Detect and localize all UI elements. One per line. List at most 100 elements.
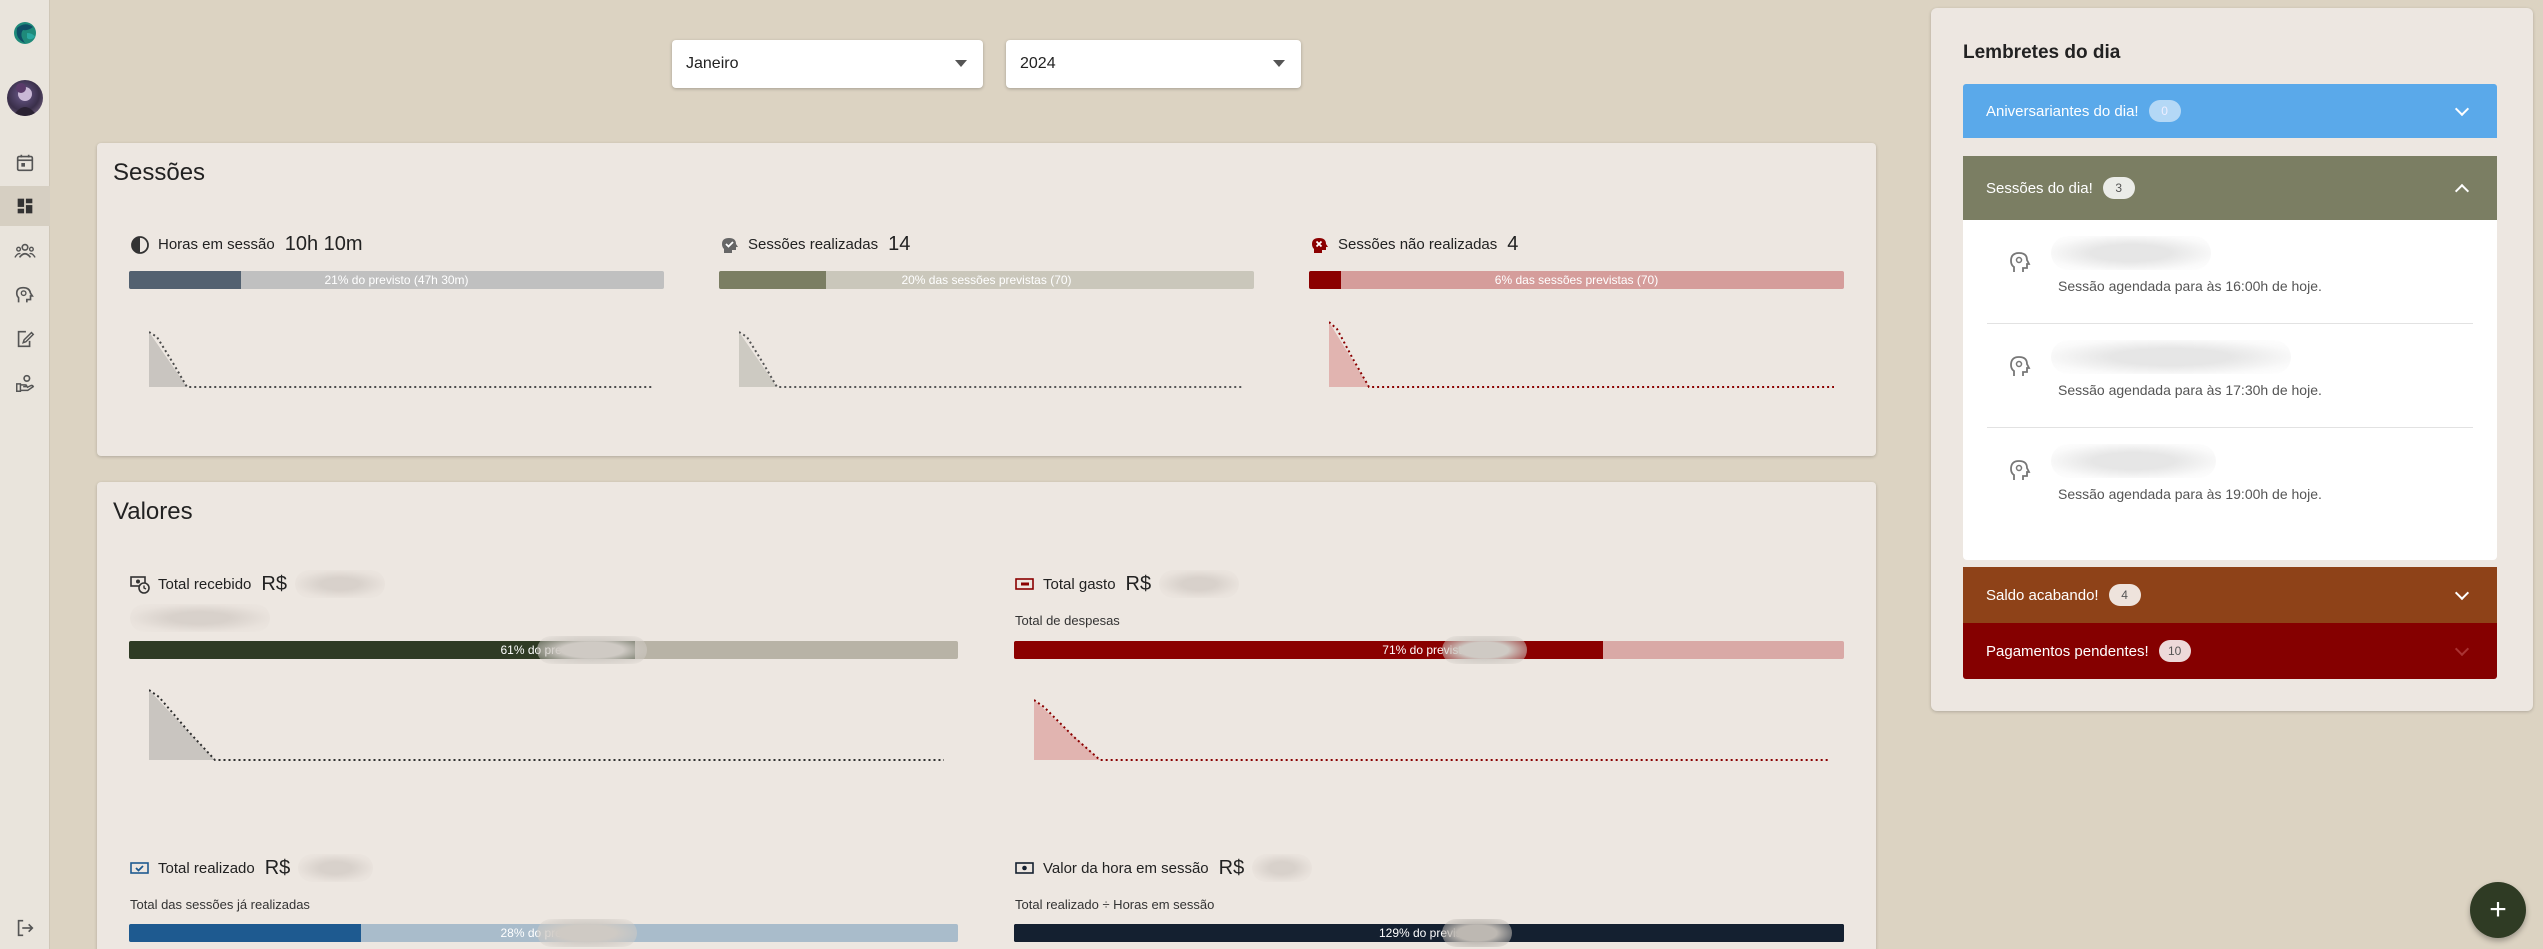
stat-spent-currency: R$ xyxy=(1125,572,1152,595)
plus-icon: + xyxy=(2489,893,2507,926)
chevron-down-icon xyxy=(2454,585,2470,601)
session-text: Sessão agendada para às 17:30h de hoje. xyxy=(2058,382,2322,398)
not-done-progress-bar: 6% das sessões previstas (70) xyxy=(1309,271,1844,289)
head-x-icon xyxy=(1312,237,1328,253)
reminders-panel: Lembretes do dia Aniversariantes do dia!… xyxy=(1931,8,2533,711)
realized-value-hidden xyxy=(298,854,374,882)
money-icon xyxy=(1015,862,1034,874)
money-check-icon xyxy=(130,862,149,874)
accordion-low-balance-label: Saldo acabando! xyxy=(1986,586,2099,604)
chevron-down-icon xyxy=(2454,101,2470,117)
birthdays-count-badge: 0 xyxy=(2148,100,2181,122)
hour-value-bar-hidden xyxy=(1442,919,1512,947)
sessions-list: Sessão agendada para às 16:00h de hoje. … xyxy=(1963,220,2497,560)
hours-progress-text: 21% do previsto (47h 30m) xyxy=(324,273,469,287)
month-select[interactable]: Janeiro xyxy=(672,40,983,88)
head-pin-icon xyxy=(2010,356,2031,376)
nav-patients[interactable] xyxy=(0,231,50,271)
realized-bar-hidden xyxy=(537,919,637,947)
hours-sparkline xyxy=(149,331,654,388)
money-out-icon xyxy=(1015,578,1034,590)
accordion-sessions-label: Sessões do dia! xyxy=(1986,179,2093,197)
stat-realized-label: Total realizado xyxy=(158,859,255,877)
year-select-value: 2024 xyxy=(1020,55,1056,72)
stat-hour-value-label: Valor da hora em sessão xyxy=(1043,859,1209,877)
accordion-pending-label: Pagamentos pendentes! xyxy=(1986,642,2149,660)
accordion-low-balance[interactable]: Saldo acabando! 4 xyxy=(1963,567,2497,623)
received-bar-hidden xyxy=(537,636,647,664)
patients-icon xyxy=(14,243,36,258)
values-card-title: Valores xyxy=(113,498,193,525)
done-progress-text: 20% das sessões previstas (70) xyxy=(901,273,1072,287)
nav-dashboard[interactable] xyxy=(0,186,50,226)
accordion-birthdays-label: Aniversariantes do dia! xyxy=(1986,102,2139,120)
stat-hours-value: 10h 10m xyxy=(284,233,363,255)
hour-value-progress-text: 129% do previsto ( xyxy=(1378,926,1480,940)
finance-icon xyxy=(16,374,35,392)
add-button[interactable]: + xyxy=(2470,882,2526,938)
low-balance-count-badge: 4 xyxy=(2108,584,2141,606)
sessions-card: Sessões Horas em sessão 10h 10m 21% do p… xyxy=(97,143,1876,456)
logout-button[interactable] xyxy=(0,908,50,948)
calendar-icon xyxy=(16,154,34,172)
spent-value-hidden xyxy=(1159,570,1240,598)
done-progress-bar: 20% das sessões previstas (70) xyxy=(719,271,1254,289)
spent-sparkline xyxy=(1034,699,1829,761)
stat-not-done-value: 4 xyxy=(1507,233,1519,255)
month-select-value: Janeiro xyxy=(686,55,739,72)
year-select[interactable]: 2024 xyxy=(1006,40,1301,88)
stat-hour-value-sub: Total realizado ÷ Horas em sessão xyxy=(1015,897,1215,912)
stat-received-currency: R$ xyxy=(261,572,287,595)
hour-value-hidden xyxy=(1252,854,1313,882)
list-item[interactable]: Sessão agendada para às 16:00h de hoje. xyxy=(1987,220,2473,324)
stat-realized: Total realizado R$ xyxy=(130,854,374,882)
stat-realized-sub: Total das sessões já realizadas xyxy=(130,897,310,912)
nav-finance[interactable] xyxy=(0,363,50,403)
reminders-title: Lembretes do dia xyxy=(1963,42,2121,63)
pending-count-badge: 10 xyxy=(2158,640,2191,662)
patient-name-hidden xyxy=(2051,444,2216,478)
sidebar xyxy=(0,0,50,949)
stat-spent-label: Total gasto xyxy=(1043,575,1116,593)
accordion-pending-payments[interactable]: Pagamentos pendentes! 10 xyxy=(1963,623,2497,679)
app-logo-icon[interactable] xyxy=(11,19,39,47)
stat-not-done: Sessões não realizadas 4 xyxy=(1310,233,1518,256)
accordion-birthdays[interactable]: Aniversariantes do dia! 0 xyxy=(1963,84,2497,138)
chevron-up-icon xyxy=(2454,183,2470,199)
values-card: Valores Total recebido R$ 61% do previst… xyxy=(97,482,1876,949)
nav-notes[interactable] xyxy=(0,319,50,359)
head-pin-icon xyxy=(2010,460,2031,480)
stat-hours: Horas em sessão 10h 10m xyxy=(130,233,363,256)
avatar[interactable] xyxy=(7,80,43,116)
stat-hour-value-currency: R$ xyxy=(1218,856,1245,879)
psychology-icon xyxy=(15,286,34,303)
patient-name-hidden xyxy=(2051,236,2211,270)
stat-done: Sessões realizadas 14 xyxy=(720,233,910,256)
spent-bar-hidden xyxy=(1442,636,1527,664)
session-text: Sessão agendada para às 19:00h de hoje. xyxy=(2058,486,2322,502)
hour-value-progress-bar: 129% do previsto ( xyxy=(1014,924,1844,942)
sessions-card-title: Sessões xyxy=(113,159,206,186)
received-sub-hidden xyxy=(130,604,270,632)
not-done-progress-text: 6% das sessões previstas (70) xyxy=(1494,273,1659,287)
nav-psychology[interactable] xyxy=(0,275,50,315)
sessions-count-badge: 3 xyxy=(2102,177,2135,199)
stat-realized-currency: R$ xyxy=(264,856,291,879)
stat-hours-label: Horas em sessão xyxy=(158,236,275,253)
list-item[interactable]: Sessão agendada para às 17:30h de hoje. xyxy=(1987,324,2473,428)
money-clock-icon xyxy=(130,576,150,594)
spent-progress-bar: 71% do previsto ( xyxy=(1014,641,1844,659)
not-done-sparkline xyxy=(1329,321,1834,388)
accordion-sessions[interactable]: Sessões do dia! 3 xyxy=(1963,156,2497,220)
patient-name-hidden xyxy=(2051,340,2291,374)
logout-icon xyxy=(17,919,34,937)
head-pin-icon xyxy=(2010,252,2031,272)
received-value-hidden xyxy=(294,570,385,598)
nav-calendar[interactable] xyxy=(0,143,50,183)
stat-received: Total recebido R$ xyxy=(130,570,385,598)
chevron-down-icon xyxy=(955,60,967,67)
stat-done-label: Sessões realizadas xyxy=(748,236,879,253)
edit-document-icon xyxy=(17,330,35,348)
head-check-icon xyxy=(722,237,738,253)
list-item[interactable]: Sessão agendada para às 19:00h de hoje. xyxy=(1987,428,2473,532)
